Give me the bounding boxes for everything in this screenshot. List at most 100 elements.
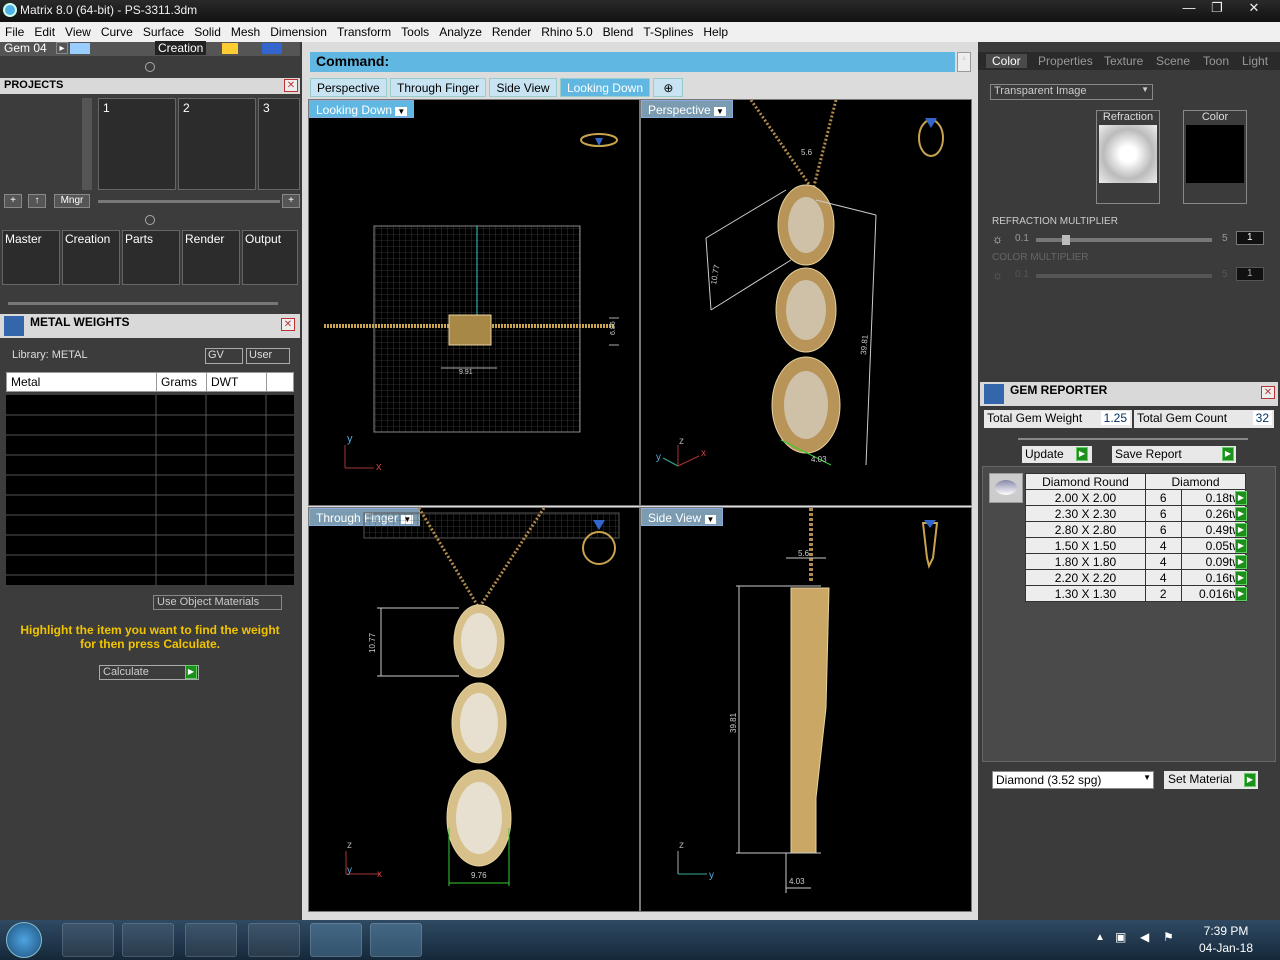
gem-swatch-icon[interactable] bbox=[70, 43, 90, 54]
gem-row-arrow-icon[interactable]: ▶ bbox=[1235, 539, 1247, 553]
up-project-icon[interactable]: ↑ bbox=[28, 194, 46, 208]
metal-close-icon[interactable]: ✕ bbox=[281, 318, 295, 331]
projects-plus-icon[interactable]: + bbox=[282, 194, 300, 208]
refraction-swatch-box[interactable]: Refraction bbox=[1096, 110, 1160, 204]
mode-creation[interactable]: Creation bbox=[62, 230, 120, 285]
gv-toggle[interactable]: GV bbox=[205, 348, 243, 364]
tab-texture[interactable]: Texture bbox=[1104, 54, 1143, 68]
gem-row[interactable]: 1.50 X 1.50 4 0.05tw bbox=[1025, 537, 1247, 554]
project-slot-2[interactable]: 2 bbox=[178, 98, 256, 190]
viewport-label-looking-down[interactable]: Looking Down ▼ bbox=[309, 100, 415, 118]
firefox-icon[interactable] bbox=[248, 923, 300, 957]
modes-scrollbar[interactable] bbox=[8, 302, 278, 305]
flag-icon[interactable]: ⚑ bbox=[1163, 930, 1174, 944]
tab-through-finger[interactable]: Through Finger bbox=[390, 78, 487, 97]
creation-label[interactable]: Creation bbox=[155, 41, 207, 55]
volume-icon[interactable]: ◀ bbox=[1140, 930, 1149, 944]
gem-row[interactable]: 2.20 X 2.20 4 0.16tw bbox=[1025, 569, 1247, 586]
close-window-button[interactable]: ✕ bbox=[1240, 0, 1268, 18]
menu-surface[interactable]: Surface bbox=[138, 22, 189, 39]
file-explorer-icon[interactable] bbox=[122, 923, 174, 957]
refraction-slider[interactable] bbox=[1036, 235, 1212, 245]
menu-curve[interactable]: Curve bbox=[96, 22, 138, 39]
menu-analyze[interactable]: Analyze bbox=[434, 22, 487, 39]
menu-blend[interactable]: Blend bbox=[598, 22, 639, 39]
color-value-input[interactable]: 1 bbox=[1236, 267, 1264, 281]
menu-view[interactable]: View bbox=[60, 22, 96, 39]
viewport-looking-down[interactable]: Looking Down ▼ 9.91 6.86 y x bbox=[308, 99, 640, 506]
add-view-tab-icon[interactable]: ⊕ bbox=[653, 78, 684, 97]
maximize-button[interactable]: ❐ bbox=[1203, 0, 1231, 18]
user-toggle[interactable]: User bbox=[246, 348, 290, 364]
network-icon[interactable]: ▣ bbox=[1115, 930, 1126, 944]
gem-label[interactable]: Gem 04 bbox=[4, 41, 47, 55]
mode-master[interactable]: Master bbox=[2, 230, 60, 285]
material-type-select[interactable]: Transparent Image ▼ bbox=[990, 84, 1153, 100]
save-report-button[interactable]: Save Report bbox=[1112, 446, 1236, 463]
project-slot-1[interactable]: 1 bbox=[98, 98, 176, 190]
tab-color[interactable]: Color bbox=[986, 54, 1027, 68]
projects-slider[interactable] bbox=[98, 200, 280, 203]
gem-material-select[interactable]: Diamond (3.52 spg) ▼ bbox=[992, 771, 1154, 789]
calculate-arrow-icon[interactable]: ▶ bbox=[185, 665, 197, 679]
command-scroll-icon[interactable]: ▲ bbox=[957, 52, 971, 72]
gem-diamond-icon[interactable] bbox=[989, 473, 1023, 503]
color-slider[interactable] bbox=[1036, 274, 1212, 278]
update-arrow-icon[interactable]: ▶ bbox=[1076, 447, 1088, 461]
viewport-through-finger[interactable]: Through Finger ▼ 10.77 9.76 z y x bbox=[308, 507, 640, 912]
gem-row-arrow-icon[interactable]: ▶ bbox=[1235, 555, 1247, 569]
projects-close-icon[interactable]: ✕ bbox=[284, 79, 298, 92]
menu-solid[interactable]: Solid bbox=[189, 22, 226, 39]
command-line[interactable]: Command: bbox=[310, 52, 955, 72]
refraction-slider-thumb[interactable] bbox=[1062, 235, 1070, 245]
image-viewer-icon[interactable] bbox=[370, 923, 422, 957]
calculate-button[interactable]: Calculate bbox=[99, 665, 199, 680]
vp-tl-dropdown-icon[interactable]: ▼ bbox=[395, 107, 408, 116]
metal-table-body[interactable] bbox=[6, 395, 294, 585]
tab-toon[interactable]: Toon bbox=[1203, 54, 1229, 68]
menu-mesh[interactable]: Mesh bbox=[226, 22, 265, 39]
gem-row[interactable]: 2.00 X 2.00 6 0.18tw bbox=[1025, 489, 1247, 506]
creation-swatch-icon[interactable] bbox=[222, 43, 238, 54]
menu-tsplines[interactable]: T-Splines bbox=[638, 22, 698, 39]
use-object-materials-button[interactable]: Use Object Materials bbox=[153, 595, 282, 610]
add-project-icon[interactable]: + bbox=[4, 194, 22, 208]
collapse-handle-icon[interactable] bbox=[145, 62, 155, 72]
set-material-arrow-icon[interactable]: ▶ bbox=[1244, 773, 1256, 787]
menu-help[interactable]: Help bbox=[698, 22, 733, 39]
project-slot-3[interactable]: 3 bbox=[258, 98, 300, 190]
gem-row[interactable]: 1.30 X 1.30 2 0.016tw bbox=[1025, 585, 1247, 602]
media-player-icon[interactable] bbox=[62, 923, 114, 957]
menu-file[interactable]: File bbox=[0, 22, 29, 39]
tab-perspective[interactable]: Perspective bbox=[310, 78, 387, 97]
projects-scrollbar[interactable] bbox=[82, 98, 92, 190]
clock[interactable]: 7:39 PM 04-Jan-18 bbox=[1196, 924, 1256, 955]
tab-light[interactable]: Light bbox=[1242, 54, 1268, 68]
viewport-perspective[interactable]: Perspective ▼ 5.6 10.77 39.81 4.03 z y x bbox=[640, 99, 972, 506]
gem-row-arrow-icon[interactable]: ▶ bbox=[1235, 507, 1247, 521]
gem-row-arrow-icon[interactable]: ▶ bbox=[1235, 587, 1247, 601]
viewport-side-view[interactable]: Side View ▼ 5.6 39.81 4.03 z y bbox=[640, 507, 972, 912]
tab-scene[interactable]: Scene bbox=[1156, 54, 1190, 68]
menu-transform[interactable]: Transform bbox=[332, 22, 396, 39]
menu-tools[interactable]: Tools bbox=[396, 22, 434, 39]
start-button-icon[interactable] bbox=[6, 922, 42, 958]
mode-parts[interactable]: Parts bbox=[122, 230, 180, 285]
mode-output[interactable]: Output bbox=[242, 230, 298, 285]
matrix-app-icon[interactable] bbox=[310, 923, 362, 957]
gem-row[interactable]: 2.30 X 2.30 6 0.26tw bbox=[1025, 505, 1247, 522]
gem-row-arrow-icon[interactable]: ▶ bbox=[1235, 491, 1247, 505]
creation-blue-icon[interactable] bbox=[262, 43, 282, 54]
tray-up-icon[interactable]: ▲ bbox=[1095, 932, 1105, 943]
gem-row[interactable]: 1.80 X 1.80 4 0.09tw bbox=[1025, 553, 1247, 570]
tab-side-view[interactable]: Side View bbox=[489, 78, 557, 97]
gem-row-arrow-icon[interactable]: ▶ bbox=[1235, 571, 1247, 585]
menu-dimension[interactable]: Dimension bbox=[265, 22, 332, 39]
gem-row[interactable]: 2.80 X 2.80 6 0.49tw bbox=[1025, 521, 1247, 538]
tab-looking-down[interactable]: Looking Down bbox=[559, 78, 650, 97]
internet-explorer-icon[interactable] bbox=[185, 923, 237, 957]
gem-arrow-icon[interactable]: ▸ bbox=[56, 42, 68, 54]
mngr-button[interactable]: Mngr bbox=[54, 194, 90, 208]
refraction-value-input[interactable]: 1 bbox=[1236, 231, 1264, 245]
tab-properties[interactable]: Properties bbox=[1038, 54, 1093, 68]
